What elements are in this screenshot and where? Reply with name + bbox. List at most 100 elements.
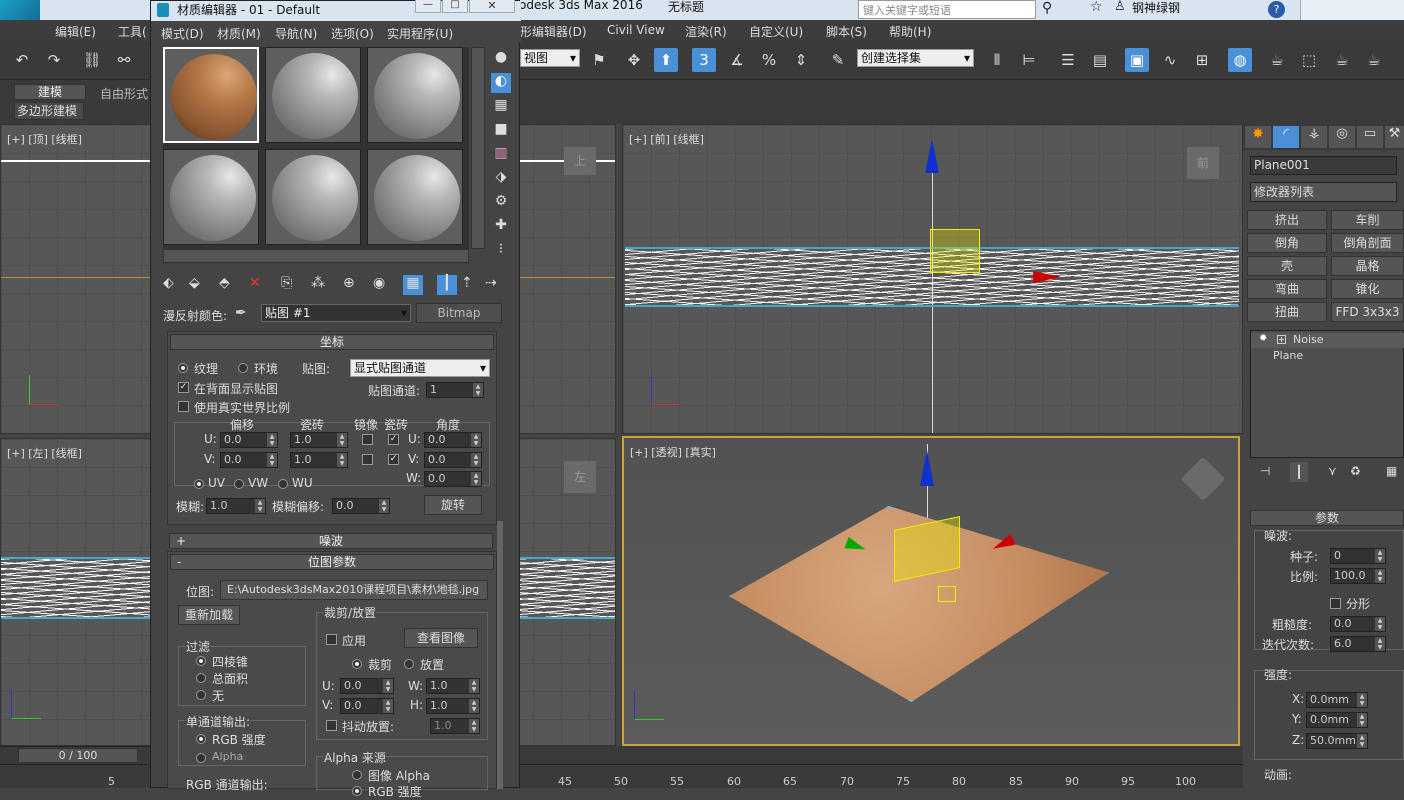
strength-z-spinner[interactable]: 50.0mm ▲ ▼	[1306, 733, 1368, 749]
minimize-button[interactable]: —	[415, 0, 441, 13]
seed-spinner[interactable]: 0 ▲ ▼	[1330, 548, 1386, 564]
copy-material-icon[interactable]: ⎘	[281, 275, 292, 291]
twist-button[interactable]: 扭曲	[1247, 302, 1327, 322]
viewport-perspective[interactable]: [+] [透视] [真实]	[622, 436, 1240, 746]
material-navigator-icon[interactable]: ⁝	[491, 241, 511, 261]
lathe-button[interactable]: 车削	[1331, 210, 1404, 230]
sample-type-icon[interactable]: ●	[491, 49, 511, 69]
view-image-button[interactable]: 查看图像	[404, 628, 478, 648]
map-type-button[interactable]: Bitmap	[416, 303, 502, 323]
w-angle-spinner[interactable]: 0.0 ▲ ▼	[424, 471, 482, 487]
assign-material-icon[interactable]: ⬘	[219, 275, 230, 291]
place-radio[interactable]	[404, 659, 414, 669]
rotate-button[interactable]: 旋转	[424, 495, 482, 515]
viewcube-front[interactable]: 前	[1187, 147, 1219, 179]
star-icon[interactable]: ☆	[1090, 0, 1103, 15]
crop-u-arrows-icon[interactable]: ▲ ▼	[383, 679, 393, 693]
crop-w-arrows-icon[interactable]: ▲ ▼	[469, 679, 479, 693]
v-offset-spinner[interactable]: 0.0 ▲ ▼	[220, 452, 278, 468]
crop-h-arrows-icon[interactable]: ▲ ▼	[469, 699, 479, 713]
named-selection-dropdown[interactable]: 创建选择集	[857, 49, 974, 67]
jitter-spinner[interactable]: 1.0 ▲ ▼	[430, 718, 480, 734]
coordinates-header[interactable]: 坐标	[170, 334, 494, 350]
blur-spinner[interactable]: 1.0 ▲ ▼	[206, 498, 266, 514]
stack-item-noise[interactable]: ✹ + Noise	[1251, 333, 1404, 348]
shell-button[interactable]: 壳	[1247, 256, 1327, 276]
schematic-view-icon[interactable]: ⊞	[1190, 48, 1214, 72]
viewport-persp-label[interactable]: [+] [透视] [真实]	[630, 444, 716, 460]
v-offset-arrows-icon[interactable]: ▲ ▼	[267, 453, 277, 467]
wu-radio[interactable]	[278, 479, 288, 489]
seed-arrows-icon[interactable]: ▲ ▼	[1375, 549, 1385, 563]
strength-y-spinner[interactable]: 0.0mm ▲ ▼	[1306, 712, 1368, 728]
ribbon-toggle-icon[interactable]: ▤	[1088, 48, 1112, 72]
viewport-left-label[interactable]: [+] [左] [线框]	[7, 445, 82, 461]
scale-spinner[interactable]: 100.0 ▲ ▼	[1330, 568, 1386, 584]
iterations-arrows-icon[interactable]: ▲ ▼	[1375, 637, 1385, 651]
mapping-dropdown[interactable]: 显式贴图通道	[350, 359, 490, 377]
binoculars-icon[interactable]: ⚲	[1042, 0, 1052, 16]
put-to-library-icon[interactable]: ⊕	[343, 275, 355, 291]
ribbon-tab-modeling[interactable]: 建模	[14, 84, 86, 100]
put-to-scene-icon[interactable]: ⬙	[189, 275, 200, 291]
scene-explorer-icon[interactable]: ▣	[1125, 48, 1149, 72]
render-iterative-icon[interactable]: ☕	[1362, 48, 1386, 72]
taper-button[interactable]: 锥化	[1331, 279, 1404, 299]
strength-y-arrows-icon[interactable]: ▲ ▼	[1357, 713, 1367, 727]
slots-scrollbar-h[interactable]	[163, 249, 469, 263]
texture-radio[interactable]	[178, 363, 188, 373]
crop-w-spinner[interactable]: 1.0 ▲ ▼	[426, 678, 480, 694]
gizmo-box[interactable]	[930, 229, 980, 273]
menu-edit[interactable]: 编辑(E)	[55, 23, 96, 40]
window-restore-button[interactable]	[1300, 0, 1404, 20]
strength-x-spinner[interactable]: 0.0mm ▲ ▼	[1306, 692, 1368, 708]
show-end-result-mat-icon[interactable]: ┃	[437, 275, 457, 295]
map-name-dropdown[interactable]: 贴图 #1	[261, 304, 411, 322]
material-editor-icon[interactable]: ◍	[1228, 48, 1252, 72]
percent-snap-icon[interactable]: %	[757, 48, 781, 72]
roughness-arrows-icon[interactable]: ▲ ▼	[1375, 617, 1385, 631]
mirror-icon[interactable]: ⫴	[985, 48, 1009, 72]
ribbon-poly-modeling[interactable]: 多边形建模	[14, 102, 84, 120]
v-mirror-checkbox[interactable]	[362, 454, 373, 465]
x-axis-arrow-icon[interactable]	[1033, 271, 1061, 283]
reset-map-icon[interactable]: ✕	[249, 275, 261, 291]
move-icon[interactable]: ✥	[622, 48, 646, 72]
sample-slot-4[interactable]	[163, 149, 259, 245]
sample-slot-1[interactable]	[163, 47, 259, 143]
menu-civil-view[interactable]: Civil View	[607, 23, 665, 37]
close-button[interactable]: ✕	[469, 0, 515, 13]
make-unique-icon[interactable]: ⋎	[1328, 464, 1337, 478]
v-angle-arrows-icon[interactable]: ▲ ▼	[471, 453, 481, 467]
vw-radio[interactable]	[234, 479, 244, 489]
get-material-icon[interactable]: ⬖	[163, 275, 174, 291]
material-id-icon[interactable]: ◉	[373, 275, 385, 291]
menu-rendering[interactable]: 渲染(R)	[685, 23, 727, 40]
pyramidal-radio[interactable]	[196, 656, 206, 666]
menu-help[interactable]: 帮助(H)	[889, 23, 931, 40]
reload-button[interactable]: 重新加载	[178, 605, 240, 625]
modify-tab-icon[interactable]: ◜	[1273, 126, 1299, 148]
background-icon[interactable]: ▦	[491, 97, 511, 117]
maximize-button[interactable]: □	[442, 0, 468, 13]
mat-menu-navigation[interactable]: 导航(N)	[275, 25, 317, 42]
apply-checkbox[interactable]	[326, 634, 337, 645]
bend-button[interactable]: 弯曲	[1247, 279, 1327, 299]
configure-sets-icon[interactable]: ▦	[1386, 464, 1397, 478]
iterations-spinner[interactable]: 6.0 ▲ ▼	[1330, 636, 1386, 652]
lightbulb-icon[interactable]: ✹	[1259, 333, 1267, 344]
time-slider[interactable]: 0 / 100	[0, 746, 160, 764]
filter-none-radio[interactable]	[196, 690, 206, 700]
u-angle-arrows-icon[interactable]: ▲ ▼	[471, 433, 481, 447]
crop-v-arrows-icon[interactable]: ▲ ▼	[383, 699, 393, 713]
stack-item-plane[interactable]: Plane	[1273, 349, 1303, 362]
blur-arrows-icon[interactable]: ▲ ▼	[255, 499, 265, 513]
go-forward-sibling-icon[interactable]: ⇢	[485, 275, 497, 291]
mat-menu-material[interactable]: 材质(M)	[217, 25, 261, 42]
utilities-tab-icon[interactable]: ⚒	[1385, 126, 1404, 148]
real-world-checkbox[interactable]	[178, 401, 189, 412]
viewport-front[interactable]: [+] [前] [线框] 前	[622, 124, 1243, 434]
undo-icon[interactable]: ↶	[10, 48, 34, 72]
mat-menu-utilities[interactable]: 实用程序(U)	[387, 25, 453, 42]
crop-v-spinner[interactable]: 0.0 ▲ ▼	[340, 698, 394, 714]
